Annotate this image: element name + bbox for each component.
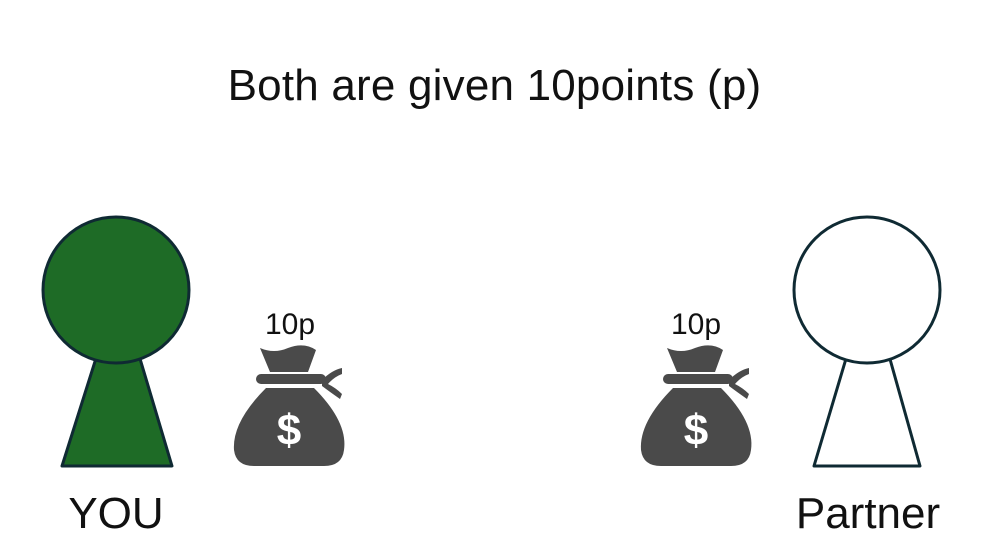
money-bag-icon: $ [233, 345, 345, 466]
partner-figure-body [812, 350, 922, 468]
diagram-canvas: Both are given 10points (p) YOU Partner … [0, 0, 989, 550]
you-figure-body [60, 350, 174, 468]
you-money-bag: $ [230, 344, 348, 473]
partner-bag-dollar-sign: $ [684, 406, 708, 455]
you-figure-head [41, 215, 191, 365]
partner-bag-amount: 10p [670, 308, 722, 341]
partner-label: Partner [795, 489, 941, 538]
diagram-title: Both are given 10points (p) [227, 61, 762, 110]
you-label: YOU [68, 489, 164, 538]
you-bag-dollar-sign: $ [277, 406, 301, 455]
money-bag-icon: $ [640, 345, 752, 466]
you-figure [40, 212, 196, 470]
partner-figure-head [792, 215, 942, 365]
partner-money-bag: $ [637, 344, 755, 473]
partner-figure [790, 212, 946, 470]
person-pawn-outline-icon [792, 215, 942, 468]
you-bag-amount: 10p [264, 308, 316, 341]
person-pawn-filled-icon [41, 215, 191, 468]
